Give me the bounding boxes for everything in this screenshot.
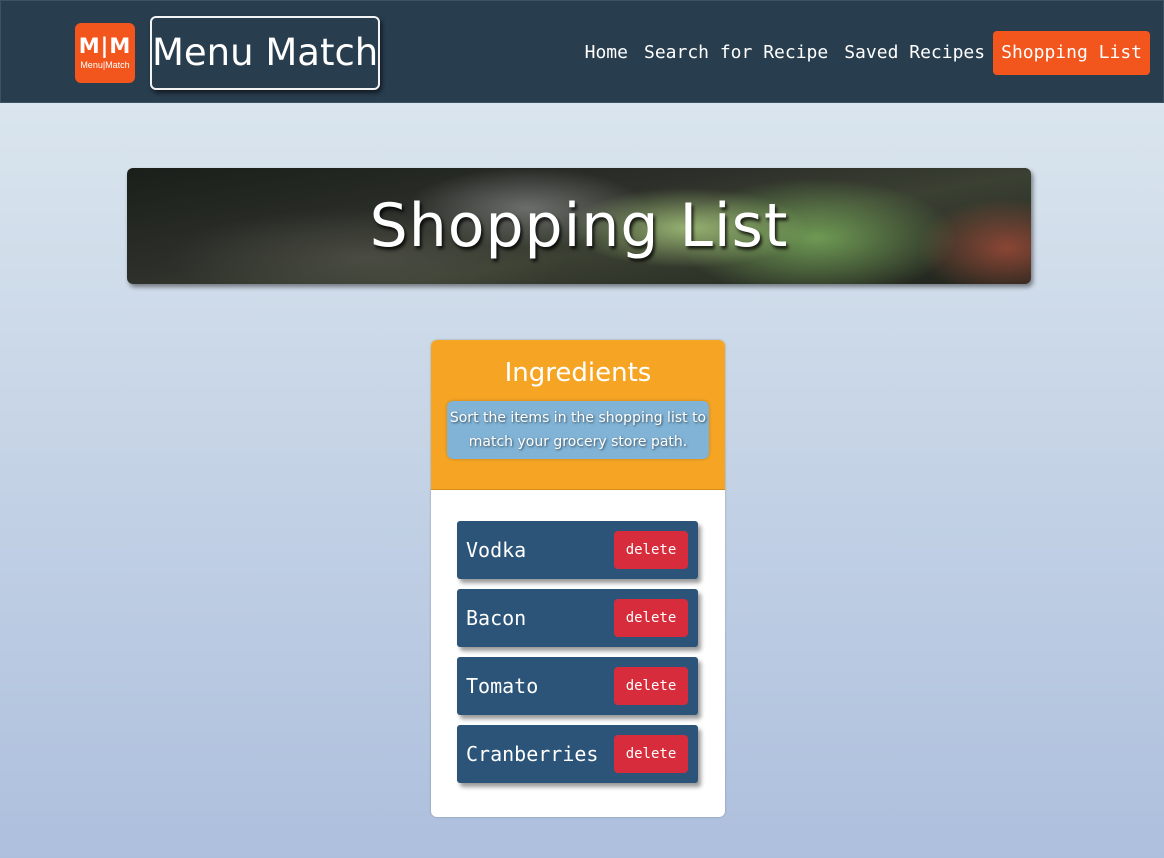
list-item[interactable]: Tomato delete (457, 657, 698, 715)
nav-link-home[interactable]: Home (577, 31, 636, 75)
hero-banner: Shopping List (127, 168, 1031, 284)
logo-subtext: Menu|Match (80, 60, 130, 70)
nav-link-saved-recipes[interactable]: Saved Recipes (836, 31, 993, 75)
logo-mark: M|M (78, 34, 132, 58)
ingredient-name: Bacon (466, 606, 527, 630)
brand-title[interactable]: Menu Match (150, 16, 380, 90)
sort-hint: Sort the items in the shopping list to m… (447, 401, 709, 459)
delete-button[interactable]: delete (614, 667, 688, 705)
navbar: M|M Menu|Match Menu Match Home Search fo… (0, 0, 1164, 103)
ingredient-name: Tomato (466, 674, 539, 698)
ingredient-name: Vodka (466, 538, 527, 562)
ingredients-title: Ingredients (504, 358, 652, 388)
list-item[interactable]: Cranberries delete (457, 725, 698, 783)
logo[interactable]: M|M Menu|Match (75, 23, 135, 83)
nav-menu: Home Search for Recipe Saved Recipes Sho… (577, 31, 1150, 75)
list-item[interactable]: Vodka delete (457, 521, 698, 579)
ingredients-card-header: Ingredients Sort the items in the shoppi… (431, 340, 725, 490)
ingredient-name: Cranberries (466, 742, 599, 766)
nav-link-shopping-list[interactable]: Shopping List (993, 31, 1150, 75)
delete-button[interactable]: delete (614, 599, 688, 637)
page-title: Shopping List (369, 191, 789, 261)
ingredient-list: Vodka delete Bacon delete Tomato delete … (431, 490, 725, 783)
delete-button[interactable]: delete (614, 735, 688, 773)
ingredients-card: Ingredients Sort the items in the shoppi… (431, 340, 725, 817)
delete-button[interactable]: delete (614, 531, 688, 569)
nav-link-search-for-recipe[interactable]: Search for Recipe (636, 31, 836, 75)
list-item[interactable]: Bacon delete (457, 589, 698, 647)
